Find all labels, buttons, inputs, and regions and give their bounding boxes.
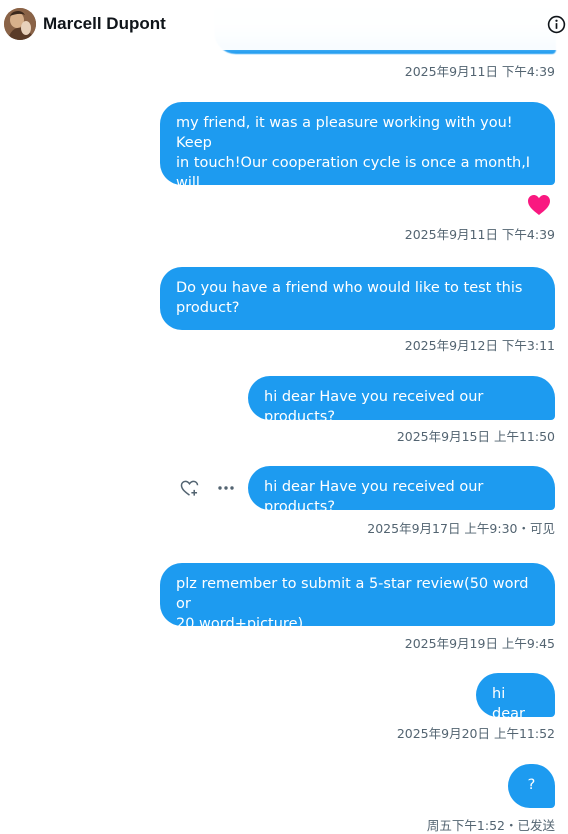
info-icon[interactable] <box>547 15 566 34</box>
message-timestamp: 2025年9月20日 上午11:52 <box>396 726 555 741</box>
message-timestamp: 2025年9月11日 下午4:39 <box>404 64 555 79</box>
message-bubble[interactable]: Do you have a friend who would like to t… <box>160 267 555 330</box>
message-bubble[interactable]: hi dear Have you received our products? <box>248 466 555 515</box>
contact-name[interactable]: Marcell Dupont <box>43 14 166 34</box>
message-timestamp: 周五下午1:52・已发送 <box>426 818 555 833</box>
heart-icon[interactable] <box>527 194 551 216</box>
message-bubble[interactable]: plz remember to submit a 5-star review(5… <box>160 563 555 632</box>
message-timestamp: 2025年9月15日 上午11:50 <box>396 429 555 444</box>
more-icon[interactable] <box>217 484 235 492</box>
message-timestamp: 2025年9月12日 下午3:11 <box>404 338 555 353</box>
message-timestamp: 2025年9月17日 上午9:30・可见 <box>367 521 555 536</box>
contact-avatar[interactable] <box>4 8 36 40</box>
message-bubble[interactable]: ? <box>508 764 555 808</box>
message-bubble[interactable]: my friend, it was a pleasure working wit… <box>160 102 555 211</box>
message-timestamp: 2025年9月11日 下午4:39 <box>404 227 555 242</box>
add-reaction-icon[interactable] <box>180 480 199 497</box>
avatar-image <box>4 8 36 40</box>
message-bubble[interactable]: hi dear <box>476 673 555 722</box>
conversation-header: Marcell Dupont <box>0 0 568 50</box>
message-timestamp: 2025年9月19日 上午9:45 <box>404 636 555 651</box>
message-bubble[interactable]: hi dear Have you received our products? <box>248 376 555 425</box>
